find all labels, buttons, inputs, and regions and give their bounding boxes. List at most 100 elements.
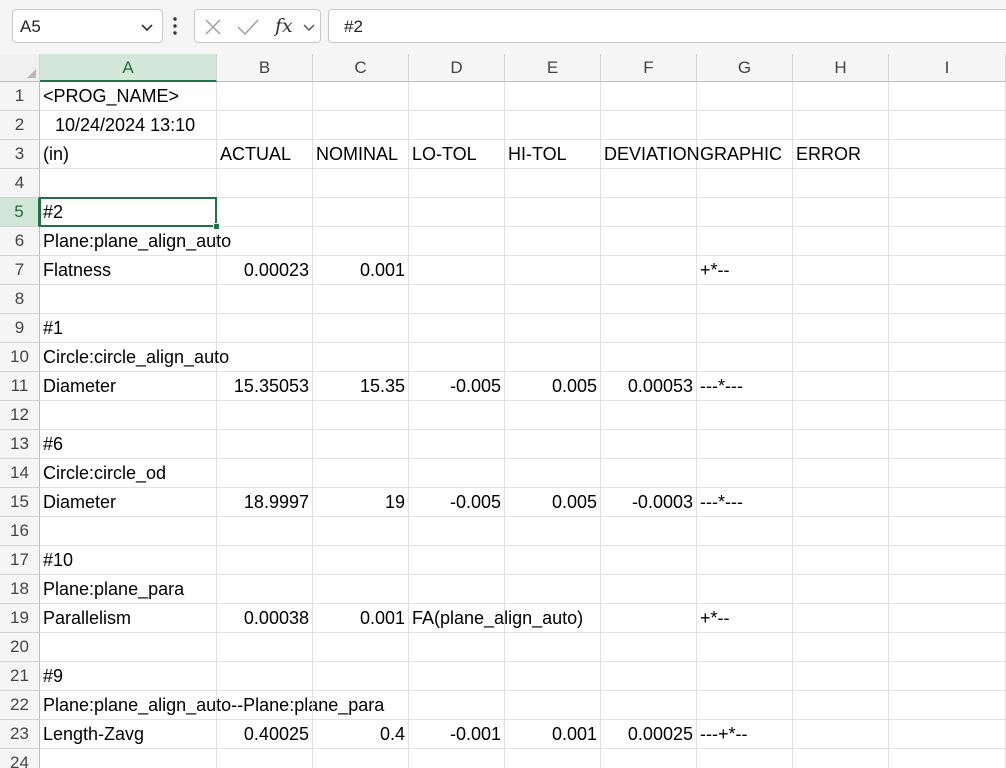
cell-e22[interactable] <box>505 691 601 720</box>
chevron-down-icon[interactable] <box>140 20 154 34</box>
cell-b9[interactable] <box>217 314 313 343</box>
cell-b6[interactable] <box>217 227 313 256</box>
cell-c8[interactable] <box>313 285 409 314</box>
enter-check-icon[interactable] <box>236 18 260 36</box>
cell-d14[interactable] <box>409 459 505 488</box>
cell-c14[interactable] <box>313 459 409 488</box>
cell-e15[interactable]: 0.005 <box>505 488 601 517</box>
cell-h7[interactable] <box>793 256 889 285</box>
cell-i7[interactable] <box>889 256 1006 285</box>
cell-e20[interactable] <box>505 633 601 662</box>
cell-f19[interactable] <box>601 604 697 633</box>
formula-input[interactable]: #2 <box>328 9 1006 43</box>
cell-h15[interactable] <box>793 488 889 517</box>
cell-b19[interactable]: 0.00038 <box>217 604 313 633</box>
cell-e13[interactable] <box>505 430 601 459</box>
cell-g7[interactable]: +*-- <box>697 256 793 285</box>
cell-i10[interactable] <box>889 343 1006 372</box>
cell-i18[interactable] <box>889 575 1006 604</box>
cell-h23[interactable] <box>793 720 889 749</box>
cell-c10[interactable] <box>313 343 409 372</box>
cell-c17[interactable] <box>313 546 409 575</box>
cell-e1[interactable] <box>505 82 601 111</box>
cell-b13[interactable] <box>217 430 313 459</box>
cell-g19[interactable]: +*-- <box>697 604 793 633</box>
row-header-2[interactable]: 2 <box>0 111 40 140</box>
column-header-h[interactable]: H <box>793 54 889 82</box>
cell-c7[interactable]: 0.001 <box>313 256 409 285</box>
name-box[interactable]: A5 <box>12 9 163 43</box>
cell-b12[interactable] <box>217 401 313 430</box>
cell-c24[interactable] <box>313 749 409 768</box>
cell-f18[interactable] <box>601 575 697 604</box>
cell-e5[interactable] <box>505 198 601 227</box>
row-header-16[interactable]: 16 <box>0 517 40 546</box>
row-header-24[interactable]: 24 <box>0 749 40 768</box>
cell-f2[interactable] <box>601 111 697 140</box>
row-header-19[interactable]: 19 <box>0 604 40 633</box>
cell-h22[interactable] <box>793 691 889 720</box>
row-header-6[interactable]: 6 <box>0 227 40 256</box>
column-header-i[interactable]: I <box>889 54 1006 82</box>
row-header-5[interactable]: 5 <box>0 198 40 227</box>
cell-a10[interactable]: Circle:circle_align_auto <box>40 343 229 372</box>
cell-f13[interactable] <box>601 430 697 459</box>
cell-a4[interactable] <box>40 169 217 198</box>
cell-c16[interactable] <box>313 517 409 546</box>
cell-d23[interactable]: -0.001 <box>409 720 505 749</box>
cell-g20[interactable] <box>697 633 793 662</box>
cell-a1[interactable]: <PROG_NAME> <box>40 82 217 111</box>
cell-i8[interactable] <box>889 285 1006 314</box>
cell-b15[interactable]: 18.9997 <box>217 488 313 517</box>
cell-b21[interactable] <box>217 662 313 691</box>
cell-b22[interactable] <box>217 691 313 720</box>
cell-i2[interactable] <box>889 111 1006 140</box>
cell-h10[interactable] <box>793 343 889 372</box>
cell-g10[interactable] <box>697 343 793 372</box>
cell-a24[interactable] <box>40 749 217 768</box>
insert-function-icon[interactable]: fx <box>274 14 298 38</box>
column-header-f[interactable]: F <box>601 54 697 82</box>
cell-g12[interactable] <box>697 401 793 430</box>
cell-a23[interactable]: Length-Zavg <box>40 720 217 749</box>
cell-d7[interactable] <box>409 256 505 285</box>
cell-h3[interactable]: ERROR <box>793 140 889 169</box>
cell-h1[interactable] <box>793 82 889 111</box>
cell-g17[interactable] <box>697 546 793 575</box>
cell-h24[interactable] <box>793 749 889 768</box>
row-header-9[interactable]: 9 <box>0 314 40 343</box>
cell-e16[interactable] <box>505 517 601 546</box>
cell-a5[interactable]: #2 <box>40 198 217 227</box>
cell-f9[interactable] <box>601 314 697 343</box>
cell-a17[interactable]: #10 <box>40 546 217 575</box>
cell-h4[interactable] <box>793 169 889 198</box>
cell-b16[interactable] <box>217 517 313 546</box>
column-header-e[interactable]: E <box>505 54 601 82</box>
cell-e8[interactable] <box>505 285 601 314</box>
chevron-down-icon[interactable] <box>302 20 316 34</box>
cell-a12[interactable] <box>40 401 217 430</box>
cell-b4[interactable] <box>217 169 313 198</box>
cell-c1[interactable] <box>313 82 409 111</box>
cell-b11[interactable]: 15.35053 <box>217 372 313 401</box>
cell-e17[interactable] <box>505 546 601 575</box>
cell-i11[interactable] <box>889 372 1006 401</box>
cell-a11[interactable]: Diameter <box>40 372 217 401</box>
cell-a20[interactable] <box>40 633 217 662</box>
column-header-c[interactable]: C <box>313 54 409 82</box>
cell-d1[interactable] <box>409 82 505 111</box>
cell-e6[interactable] <box>505 227 601 256</box>
cell-b10[interactable] <box>217 343 313 372</box>
cell-d20[interactable] <box>409 633 505 662</box>
formula-text[interactable]: #2 <box>344 17 363 37</box>
cell-h13[interactable] <box>793 430 889 459</box>
cell-a3[interactable]: (in) <box>40 140 217 169</box>
cell-g4[interactable] <box>697 169 793 198</box>
cell-f10[interactable] <box>601 343 697 372</box>
row-header-23[interactable]: 23 <box>0 720 40 749</box>
cell-b1[interactable] <box>217 82 313 111</box>
cell-e18[interactable] <box>505 575 601 604</box>
cell-h9[interactable] <box>793 314 889 343</box>
row-header-11[interactable]: 11 <box>0 372 40 401</box>
name-box-value[interactable]: A5 <box>20 17 41 37</box>
